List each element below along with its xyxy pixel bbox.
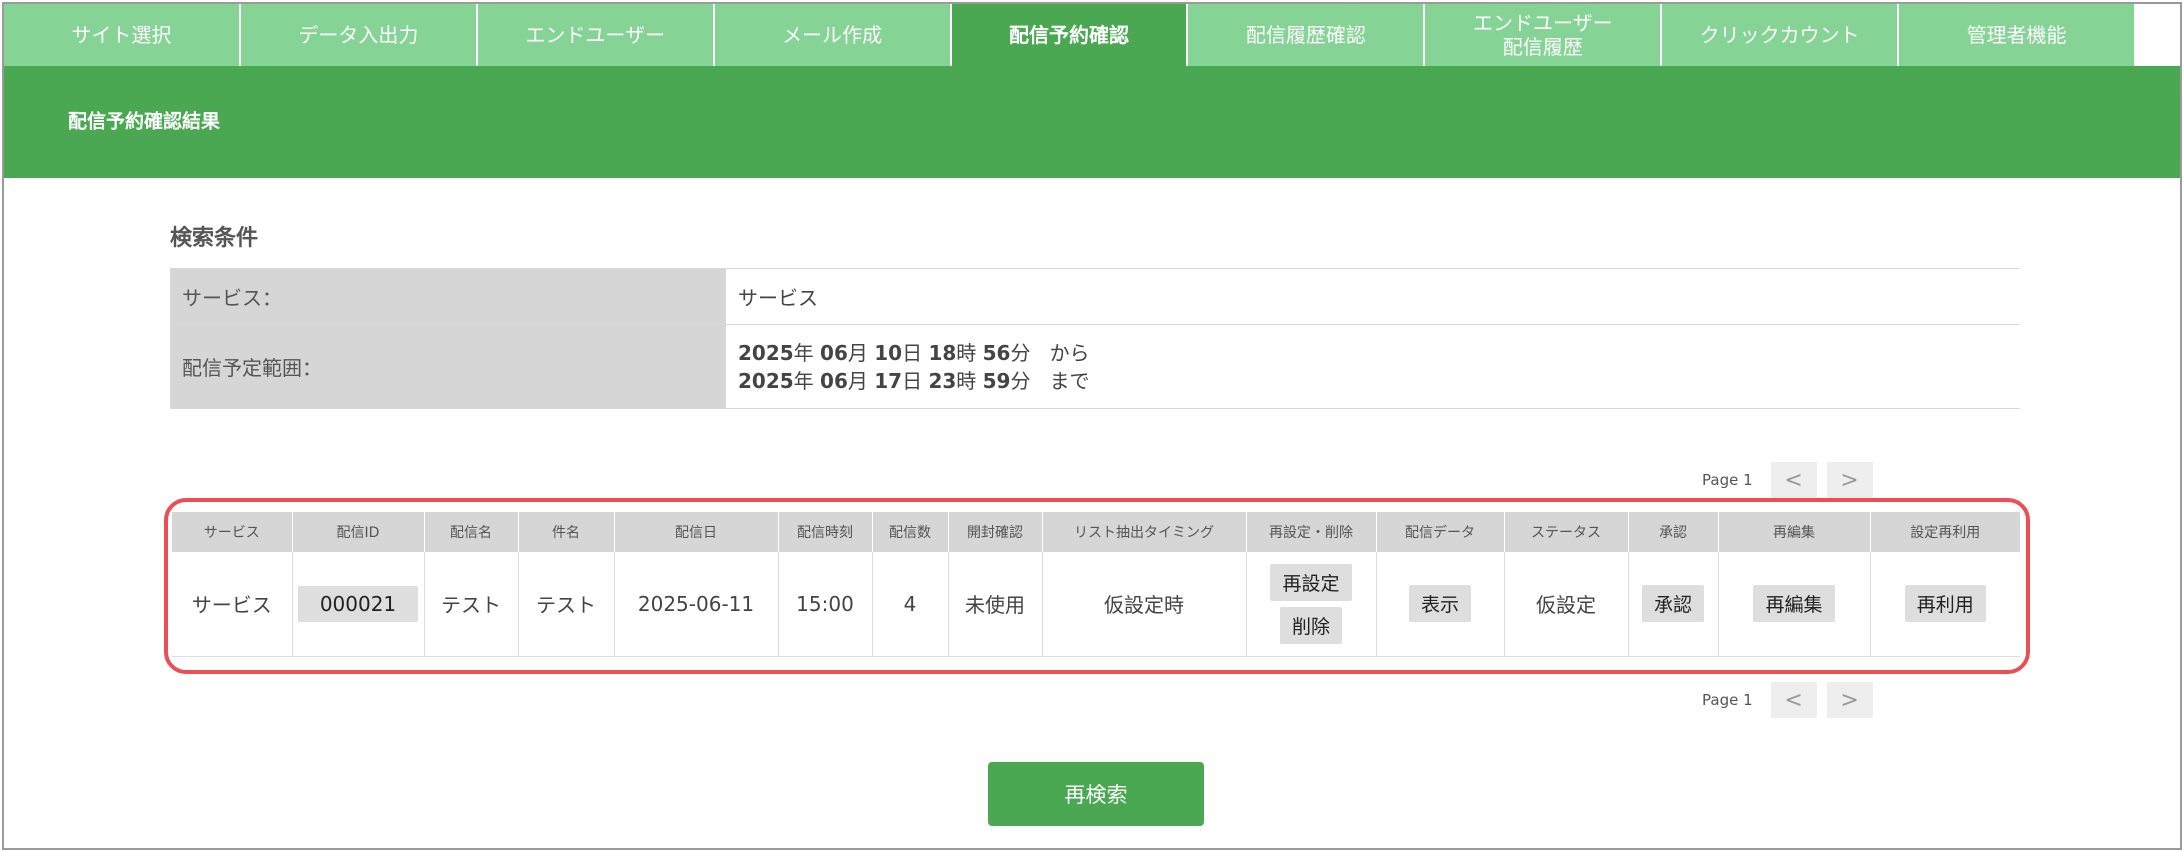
col-header-status: ステータス xyxy=(1504,512,1629,552)
col-header-delivery-data: 配信データ xyxy=(1376,512,1505,552)
header-band: 配信予約確認結果 xyxy=(4,66,2180,178)
col-header-service: サービス xyxy=(172,512,293,552)
cell-delivery-data: 表示 xyxy=(1376,552,1505,657)
col-header-reedit: 再編集 xyxy=(1718,512,1871,552)
next-page-button[interactable]: > xyxy=(1826,462,1873,498)
research-button[interactable]: 再検索 xyxy=(988,762,1204,826)
col-header-reuse: 設定再利用 xyxy=(1870,512,2020,552)
condition-row-service: サービス： サービス xyxy=(170,268,2020,325)
approve-button[interactable]: 承認 xyxy=(1641,585,1704,623)
table-row: サービス 000021 テスト テスト 2025-06-11 15:00 4 未… xyxy=(172,552,2020,657)
cell-service: サービス xyxy=(172,552,293,657)
tab-end-user-history[interactable]: エンドユーザー 配信履歴 xyxy=(1425,4,1663,66)
cell-extract-timing: 仮設定時 xyxy=(1042,552,1247,657)
tab-mail-create[interactable]: メール作成 xyxy=(714,4,952,66)
range-label: 配信予定範囲： xyxy=(170,324,726,409)
next-page-button[interactable]: > xyxy=(1826,682,1873,718)
cell-approve: 承認 xyxy=(1628,552,1719,657)
col-header-subject: 件名 xyxy=(518,512,615,552)
cell-count: 4 xyxy=(872,552,949,657)
cell-time: 15:00 xyxy=(778,552,873,657)
page-indicator: Page 1 xyxy=(1702,691,1753,709)
delete-button[interactable]: 削除 xyxy=(1279,606,1342,644)
service-value: サービス xyxy=(726,268,2020,325)
col-header-count: 配信数 xyxy=(872,512,949,552)
cell-status: 仮設定 xyxy=(1504,552,1629,657)
delivery-id-button[interactable]: 000021 xyxy=(297,585,419,622)
cell-date: 2025-06-11 xyxy=(614,552,779,657)
show-button[interactable]: 表示 xyxy=(1408,585,1471,623)
col-header-open-check: 開封確認 xyxy=(948,512,1043,552)
condition-row-range: 配信予定範囲： 2025年 06月 10日 18時 56分 から 2025年 0… xyxy=(170,324,2020,409)
service-label: サービス： xyxy=(170,268,726,325)
col-header-date: 配信日 xyxy=(614,512,779,552)
tab-end-user[interactable]: エンドユーザー xyxy=(477,4,715,66)
reuse-button[interactable]: 再利用 xyxy=(1904,585,1986,623)
prev-page-button[interactable]: < xyxy=(1770,682,1817,718)
prev-page-button[interactable]: < xyxy=(1770,462,1817,498)
tab-delivery-history[interactable]: 配信履歴確認 xyxy=(1188,4,1426,66)
col-header-approve: 承認 xyxy=(1628,512,1719,552)
tab-data-io[interactable]: データ入出力 xyxy=(240,4,478,66)
page-title: 配信予約確認結果 xyxy=(68,110,221,133)
main-nav: サイト選択 データ入出力 エンドユーザー メール作成 配信予約確認 配信履歴確認… xyxy=(4,4,2137,66)
cell-delivery-name: テスト xyxy=(424,552,519,657)
col-header-delivery-id: 配信ID xyxy=(292,512,425,552)
cell-reedit: 再編集 xyxy=(1718,552,1871,657)
pager-top: Page 1 < > xyxy=(1702,462,1873,498)
cell-open-check: 未使用 xyxy=(948,552,1043,657)
tab-click-count[interactable]: クリックカウント xyxy=(1662,4,1900,66)
tab-admin[interactable]: 管理者機能 xyxy=(1899,4,2137,66)
range-value: 2025年 06月 10日 18時 56分 から 2025年 06月 17日 2… xyxy=(726,324,2020,409)
col-header-delivery-name: 配信名 xyxy=(424,512,519,552)
page-indicator: Page 1 xyxy=(1702,471,1753,489)
cell-reuse: 再利用 xyxy=(1870,552,2020,657)
pager-bottom: Page 1 < > xyxy=(1702,682,1873,718)
range-to: 2025年 06月 17日 23時 59分 まで xyxy=(738,368,1090,393)
tab-delivery-reservation[interactable]: 配信予約確認 xyxy=(951,4,1189,66)
reset-button[interactable]: 再設定 xyxy=(1270,563,1352,601)
results-table: サービス 配信ID 配信名 件名 配信日 配信時刻 配信数 開封確認 リスト抽出… xyxy=(172,512,2020,657)
col-header-extract-timing: リスト抽出タイミング xyxy=(1042,512,1247,552)
col-header-time: 配信時刻 xyxy=(778,512,873,552)
search-conditions-table: サービス： サービス 配信予定範囲： 2025年 06月 10日 18時 56分… xyxy=(170,268,2020,409)
table-header-row: サービス 配信ID 配信名 件名 配信日 配信時刻 配信数 開封確認 リスト抽出… xyxy=(172,512,2020,552)
tab-site-select[interactable]: サイト選択 xyxy=(4,4,241,66)
range-from: 2025年 06月 10日 18時 56分 から xyxy=(738,340,1090,365)
col-header-reset-delete: 再設定・削除 xyxy=(1246,512,1377,552)
cell-reset-delete: 再設定 削除 xyxy=(1246,552,1377,657)
app-frame: サイト選択 データ入出力 エンドユーザー メール作成 配信予約確認 配信履歴確認… xyxy=(2,2,2182,850)
cell-subject: テスト xyxy=(518,552,615,657)
search-conditions-title: 検索条件 xyxy=(170,226,259,251)
reedit-button[interactable]: 再編集 xyxy=(1753,585,1835,623)
cell-delivery-id: 000021 xyxy=(292,552,425,657)
